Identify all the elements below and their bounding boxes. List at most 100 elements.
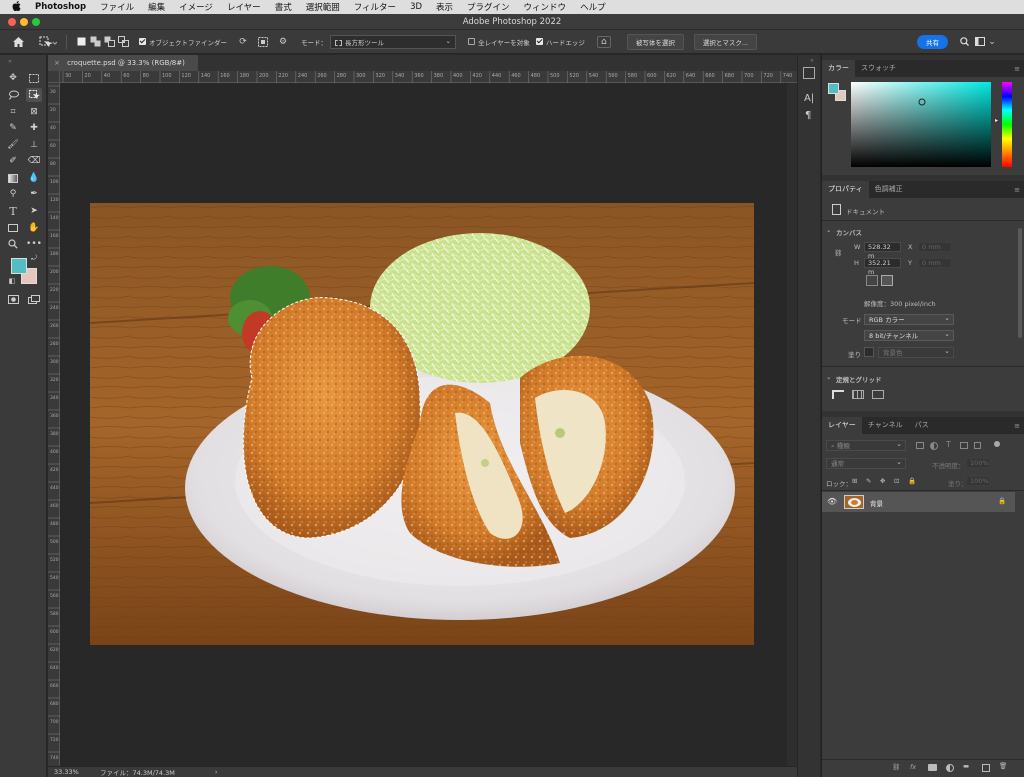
frame-tool-icon[interactable]: ⊠ xyxy=(26,105,42,119)
rectangle-tool-icon[interactable] xyxy=(5,221,21,235)
menu-item-3d[interactable]: 3D xyxy=(403,2,429,12)
share-button[interactable]: 共有 xyxy=(917,34,949,49)
tab-color[interactable]: カラー xyxy=(822,60,855,77)
document-image[interactable] xyxy=(60,83,797,767)
new-selection-icon[interactable] xyxy=(75,36,87,48)
lock-position-icon[interactable]: ✥ xyxy=(880,477,885,485)
foreground-color-chip[interactable] xyxy=(828,83,839,94)
foreground-color-swatch[interactable] xyxy=(11,258,27,274)
tab-paths[interactable]: パス xyxy=(909,417,935,434)
blur-tool-icon[interactable]: 💧 xyxy=(26,171,42,185)
close-window-button[interactable] xyxy=(8,18,16,26)
menu-item-view[interactable]: 表示 xyxy=(429,1,460,13)
filter-shape-icon[interactable] xyxy=(960,442,968,449)
layers-menu-icon[interactable]: ≡ xyxy=(1014,422,1020,430)
layer-style-icon[interactable]: fx xyxy=(910,763,916,771)
layer-row[interactable]: 👁 背景 🔒 xyxy=(822,492,1015,512)
pressure-icon[interactable]: ⌂ xyxy=(596,35,611,48)
quick-mask-icon[interactable] xyxy=(5,292,21,306)
guides-section-chevron-icon[interactable]: ⌄ xyxy=(826,373,831,381)
show-all-objects-icon[interactable] xyxy=(257,36,269,48)
hue-slider[interactable] xyxy=(1002,82,1012,167)
lock-all-icon[interactable]: 🔒 xyxy=(908,477,916,485)
menu-item-plugins[interactable]: プラグイン xyxy=(460,1,517,13)
marquee-tool-icon[interactable] xyxy=(26,71,42,85)
layer-thumbnail[interactable] xyxy=(844,495,864,509)
eyedropper-tool-icon[interactable]: ✎ xyxy=(5,121,21,135)
expand-panels-icon[interactable]: « xyxy=(810,57,814,64)
add-to-selection-icon[interactable] xyxy=(89,36,101,48)
filter-type-icon[interactable]: T xyxy=(946,440,951,449)
status-menu-arrow-icon[interactable]: › xyxy=(215,768,218,776)
hue-slider-marker-icon[interactable]: ▸ xyxy=(995,117,998,124)
select-subject-button[interactable]: 被写体を選択 xyxy=(626,33,684,50)
home-icon[interactable] xyxy=(12,36,24,48)
brush-tool-icon[interactable]: 🖌 xyxy=(5,138,21,152)
adjustment-layer-icon[interactable] xyxy=(946,764,954,772)
fill-dropdown[interactable]: 背景色 xyxy=(878,346,954,358)
layer-visibility-eye-icon[interactable]: 👁 xyxy=(827,497,837,506)
link-dimensions-icon[interactable]: ⛓ xyxy=(834,249,842,257)
history-brush-tool-icon[interactable]: ✐ xyxy=(5,154,21,168)
swap-colors-icon[interactable]: ⤾ xyxy=(29,253,39,263)
tab-properties[interactable]: プロパティ xyxy=(822,181,869,198)
height-field[interactable]: 352.21 m xyxy=(864,258,901,276)
filter-smart-object-icon[interactable] xyxy=(974,442,981,449)
lock-transparent-icon[interactable]: ⊞ xyxy=(852,477,857,485)
select-and-mask-button[interactable]: 選択とマスク... xyxy=(693,33,758,50)
x-field[interactable]: 0 mm xyxy=(918,242,952,252)
type-tool-icon[interactable]: T xyxy=(5,204,21,218)
object-finder-checkbox[interactable] xyxy=(139,38,146,45)
more-tools-icon[interactable]: ••• xyxy=(26,237,42,251)
zoom-level[interactable]: 33.33% xyxy=(54,768,86,776)
add-mask-icon[interactable] xyxy=(928,764,937,771)
lock-image-icon[interactable]: ✎ xyxy=(866,477,871,485)
gradient-tool-icon[interactable] xyxy=(5,171,21,185)
history-panel-icon[interactable] xyxy=(803,67,815,79)
menu-item-select[interactable]: 選択範囲 xyxy=(299,1,347,13)
collapse-toolbar-icon[interactable]: » xyxy=(2,57,18,65)
link-layers-icon[interactable]: ⛓ xyxy=(892,763,900,771)
minimize-window-button[interactable] xyxy=(20,18,28,26)
ruler-toggle-icon[interactable] xyxy=(832,390,844,399)
menu-item-file[interactable]: ファイル xyxy=(93,1,141,13)
tab-channels[interactable]: チャンネル xyxy=(862,417,909,434)
portrait-orientation-icon[interactable] xyxy=(866,275,878,286)
crop-tool-icon[interactable]: ⌗ xyxy=(5,105,21,119)
layer-kind-filter[interactable]: ⌕ 種類 xyxy=(826,439,906,451)
opacity-field[interactable]: 100% xyxy=(966,458,990,468)
hard-edge-checkbox[interactable] xyxy=(535,38,543,45)
character-panel-icon[interactable]: A| xyxy=(804,93,814,104)
close-document-icon[interactable]: × xyxy=(54,59,60,67)
tab-layers[interactable]: レイヤー xyxy=(822,417,862,434)
tab-swatches[interactable]: スウォッチ xyxy=(855,60,902,77)
mode-dropdown[interactable]: 長方形ツール ⌄ xyxy=(330,34,456,49)
grid-toggle-icon[interactable] xyxy=(852,390,864,399)
zoom-tool-icon[interactable] xyxy=(5,237,21,251)
move-tool-icon[interactable]: ✥ xyxy=(5,71,21,85)
paragraph-panel-icon[interactable]: ¶ xyxy=(805,110,811,121)
guides-toggle-icon[interactable] xyxy=(872,390,884,399)
new-layer-icon[interactable] xyxy=(982,764,990,772)
tab-adjustments[interactable]: 色調補正 xyxy=(869,181,909,198)
object-selection-tool-icon[interactable] xyxy=(26,88,42,102)
refresh-icon[interactable]: ⟳ xyxy=(237,36,249,48)
panel-menu-icon[interactable]: ≡ xyxy=(1014,65,1020,73)
fill-field[interactable]: 100% xyxy=(966,476,990,486)
healing-brush-tool-icon[interactable]: ✚ xyxy=(26,121,42,135)
subtract-from-selection-icon[interactable] xyxy=(103,36,115,48)
intersect-selection-icon[interactable] xyxy=(117,36,129,48)
settings-gear-icon[interactable]: ⚙ xyxy=(277,36,289,48)
canvas-area[interactable] xyxy=(60,83,797,767)
new-group-icon[interactable]: ▬ xyxy=(963,762,969,770)
color-picker-field[interactable] xyxy=(851,82,991,167)
document-tab[interactable]: × croquette.psd @ 33.3% (RGB/8#) xyxy=(48,55,198,71)
menu-item-image[interactable]: イメージ xyxy=(172,1,220,13)
bit-depth-dropdown[interactable]: 8 bit/チャンネル xyxy=(864,329,954,341)
fill-swatch[interactable] xyxy=(864,347,874,357)
path-selection-tool-icon[interactable]: ➤ xyxy=(26,204,42,218)
filter-toggle-icon[interactable] xyxy=(994,441,1000,447)
width-field[interactable]: 528.32 m xyxy=(864,242,901,260)
dodge-tool-icon[interactable]: ⚲ xyxy=(5,187,21,201)
screen-mode-icon[interactable] xyxy=(26,292,42,306)
